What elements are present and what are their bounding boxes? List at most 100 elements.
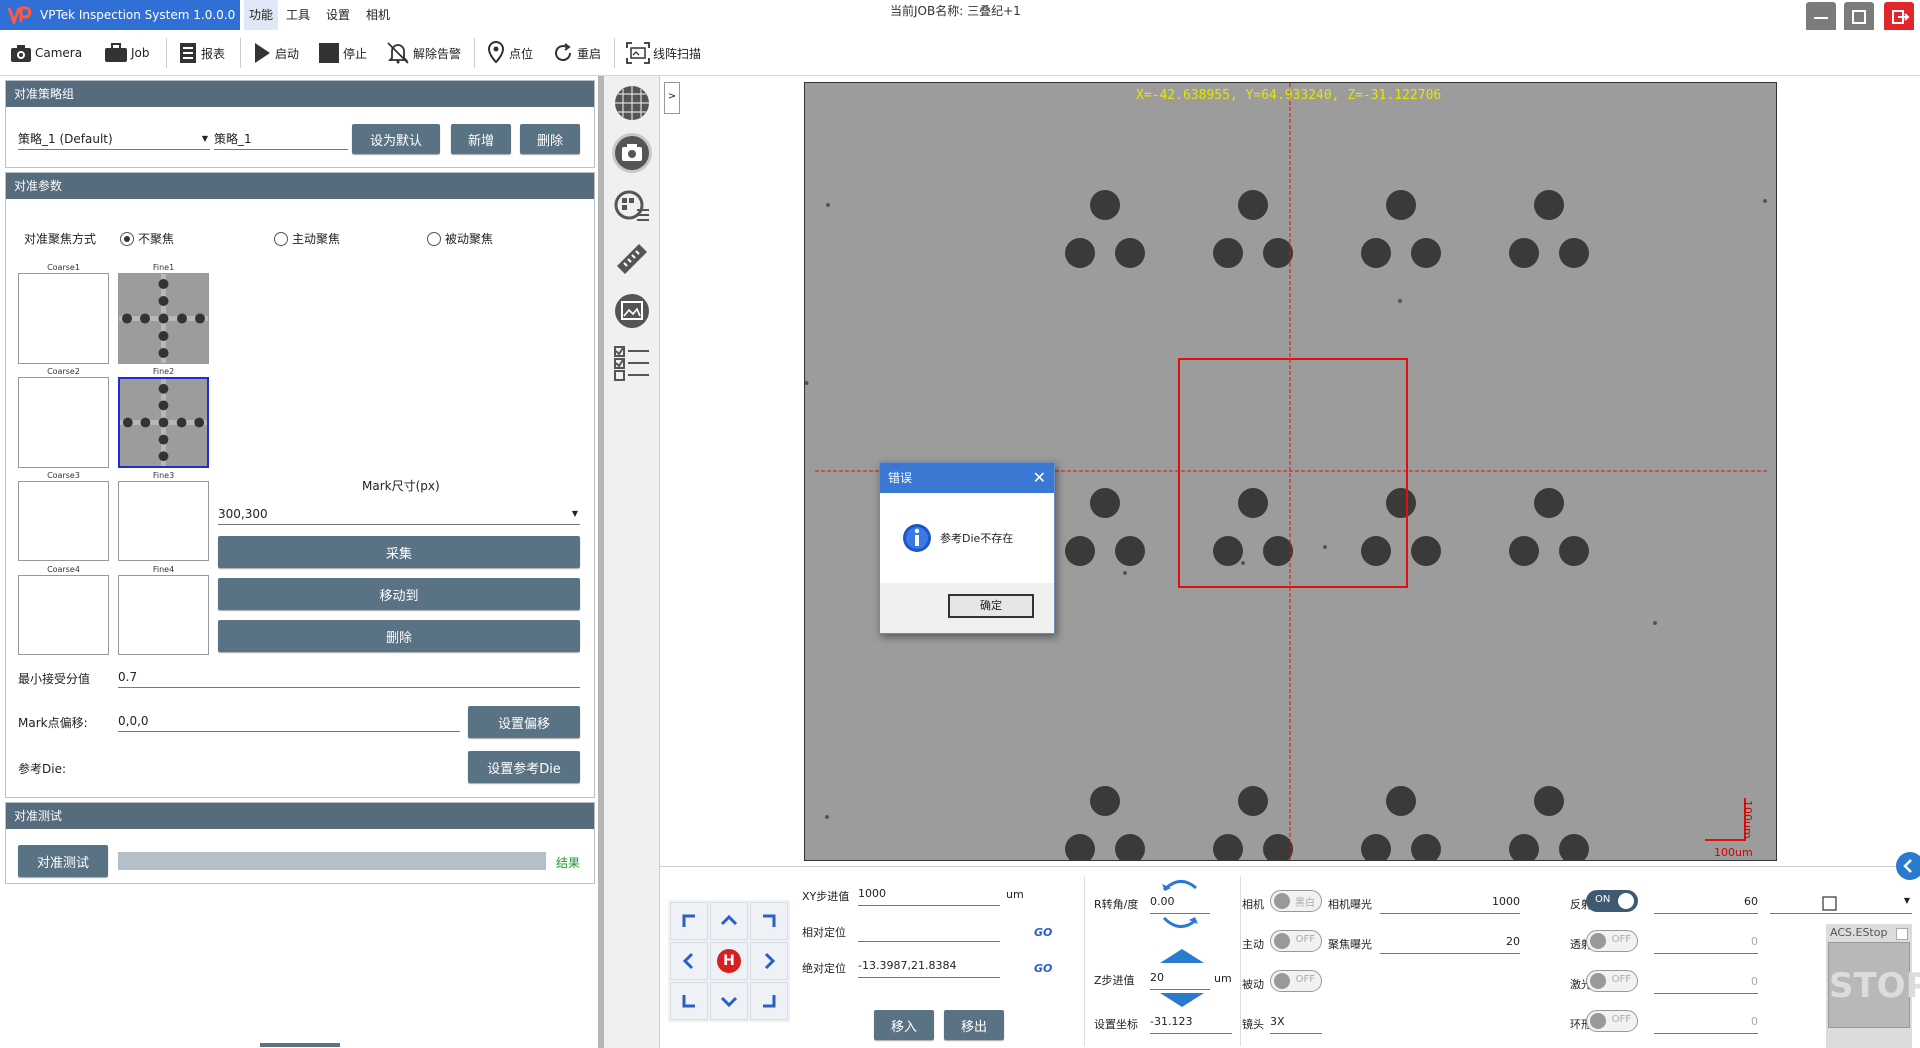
z-step-input[interactable]: 20 (1150, 968, 1210, 990)
close-button[interactable] (1884, 2, 1914, 32)
minimize-button[interactable] (1806, 2, 1836, 32)
fine3-thumbnail[interactable] (118, 481, 209, 561)
menu-settings[interactable]: 设置 (326, 0, 350, 30)
toggle-text: OFF (1295, 934, 1315, 945)
ruler-icon[interactable] (613, 240, 651, 278)
start-button[interactable]: 启动 (252, 38, 299, 68)
abs-pos-input[interactable]: -13.3987,21.8384 (858, 956, 1000, 978)
estop-button[interactable]: STOP (1828, 942, 1920, 1028)
die-mark (1090, 190, 1120, 220)
grid-sphere-icon[interactable] (613, 84, 651, 122)
jog-down-button[interactable] (710, 982, 748, 1020)
light-mode-select[interactable]: ▼ (1770, 892, 1912, 914)
rel-go-button[interactable]: GO (1034, 926, 1052, 939)
jog-left-button[interactable] (670, 942, 708, 980)
r-angle-input[interactable]: 0.00 (1150, 892, 1210, 914)
jog-right-button[interactable] (750, 942, 788, 980)
move-in-button[interactable]: 移入 (874, 1010, 934, 1040)
z-step-label: Z步进值 (1094, 974, 1135, 987)
move-out-button[interactable]: 移出 (944, 1010, 1004, 1040)
menu-tools[interactable]: 工具 (286, 0, 310, 30)
mark-offset-input[interactable]: 0,0,0 (118, 710, 460, 732)
jog-up-right-button[interactable] (750, 902, 788, 940)
focus-option-none[interactable]: 不聚焦 (120, 230, 174, 247)
move-to-button[interactable]: 移动到 (218, 578, 580, 610)
jog-up-left-button[interactable] (670, 902, 708, 940)
checklist-icon[interactable] (613, 344, 651, 382)
collapse-panel-button[interactable] (1896, 852, 1920, 880)
jog-down-right-button[interactable] (750, 982, 788, 1020)
add-strategy-button[interactable]: 新增 (451, 124, 511, 154)
close-icon[interactable]: ✕ (1033, 463, 1046, 493)
passive-focus-toggle[interactable]: OFF (1270, 970, 1322, 992)
camera-tool-button[interactable] (612, 133, 652, 173)
camera-mode-toggle[interactable]: 黑白 (1270, 890, 1322, 912)
error-dialog: 错误 ✕ 参考Die不存在 确定 (879, 462, 1055, 634)
focus-option-active[interactable]: 主动聚焦 (274, 230, 340, 247)
stop-button[interactable]: 停止 (318, 38, 367, 68)
toolbar-divider (474, 38, 475, 68)
lens-select[interactable]: 3X (1270, 1012, 1322, 1034)
strategy-name-input[interactable]: 策略_1 (214, 128, 348, 150)
clear-alarm-button[interactable]: 解除告警 (386, 38, 461, 68)
laser-light-toggle[interactable]: OFF (1586, 970, 1638, 992)
restart-button[interactable]: 重启 (552, 38, 601, 68)
set-default-button[interactable]: 设为默认 (352, 124, 440, 154)
rotate-cw-button[interactable] (1160, 916, 1200, 935)
menu-camera[interactable]: 相机 (366, 0, 390, 30)
focus-option-passive[interactable]: 被动聚焦 (427, 230, 493, 247)
collect-button[interactable]: 采集 (218, 536, 580, 568)
laser-light-input[interactable]: 0 (1654, 972, 1758, 994)
set-ref-die-button[interactable]: 设置参考Die (468, 751, 580, 783)
mark-size-select[interactable]: 300,300 ▼ (218, 503, 580, 525)
fine1-thumbnail[interactable] (118, 273, 209, 364)
report-button[interactable]: 报表 (178, 38, 225, 68)
z-down-button[interactable] (1158, 992, 1206, 1011)
job-button[interactable]: Job (104, 38, 150, 68)
delete-mark-button[interactable]: 删除 (218, 620, 580, 652)
transmit-light-toggle[interactable]: OFF (1586, 930, 1638, 952)
jog-up-button[interactable] (710, 902, 748, 940)
expand-panel-button[interactable]: > (664, 82, 680, 114)
line-scan-button[interactable]: 线阵扫描 (626, 38, 701, 68)
dialog-ok-button[interactable]: 确定 (948, 594, 1034, 618)
menu-function[interactable]: 功能 (244, 0, 278, 30)
home-button[interactable]: H (710, 942, 748, 980)
chevron-up-icon (720, 914, 738, 926)
camera-button[interactable]: Camera (10, 38, 82, 68)
ring-light-input[interactable]: 0 (1654, 1012, 1758, 1034)
coarse4-thumbnail[interactable] (18, 575, 109, 655)
alignment-test-button[interactable]: 对准测试 (18, 845, 108, 877)
z-up-button[interactable] (1158, 948, 1206, 967)
reflect-light-toggle[interactable]: ON (1586, 890, 1638, 912)
coarse1-thumbnail[interactable] (18, 273, 109, 364)
abs-go-button[interactable]: GO (1034, 962, 1052, 975)
jog-down-left-button[interactable] (670, 982, 708, 1020)
min-score-input[interactable]: 0.7 (118, 666, 580, 688)
coarse2-thumbnail[interactable] (18, 377, 109, 468)
fine2-thumbnail[interactable] (118, 377, 209, 468)
xy-step-input[interactable]: 1000 (858, 884, 1000, 906)
set-coord-input[interactable]: -31.123 (1150, 1012, 1232, 1034)
reflect-light-input[interactable]: 60 (1654, 892, 1758, 914)
toggle-text: OFF (1611, 974, 1631, 985)
dialog-title: 错误 (888, 471, 913, 485)
toolbar-divider (614, 38, 615, 68)
set-offset-button[interactable]: 设置偏移 (468, 706, 580, 738)
rel-pos-input[interactable] (858, 920, 1000, 942)
die-mark (1238, 488, 1268, 518)
maximize-button[interactable] (1844, 2, 1874, 32)
exposure-input[interactable]: 1000 (1380, 892, 1520, 914)
image-frame-icon[interactable] (613, 292, 651, 330)
coarse3-thumbnail[interactable] (18, 481, 109, 561)
wafer-map-icon[interactable] (613, 188, 651, 226)
rotate-ccw-button[interactable] (1160, 876, 1200, 895)
active-focus-toggle[interactable]: OFF (1270, 930, 1322, 952)
strategy-select[interactable]: 策略_1 (Default) ▼ (18, 128, 210, 150)
delete-strategy-button[interactable]: 删除 (520, 124, 580, 154)
transmit-light-input[interactable]: 0 (1654, 932, 1758, 954)
fine4-thumbnail[interactable] (118, 575, 209, 655)
ring-light-toggle[interactable]: OFF (1586, 1010, 1638, 1032)
focus-exposure-input[interactable]: 20 (1380, 932, 1520, 954)
point-button[interactable]: 点位 (486, 38, 533, 68)
